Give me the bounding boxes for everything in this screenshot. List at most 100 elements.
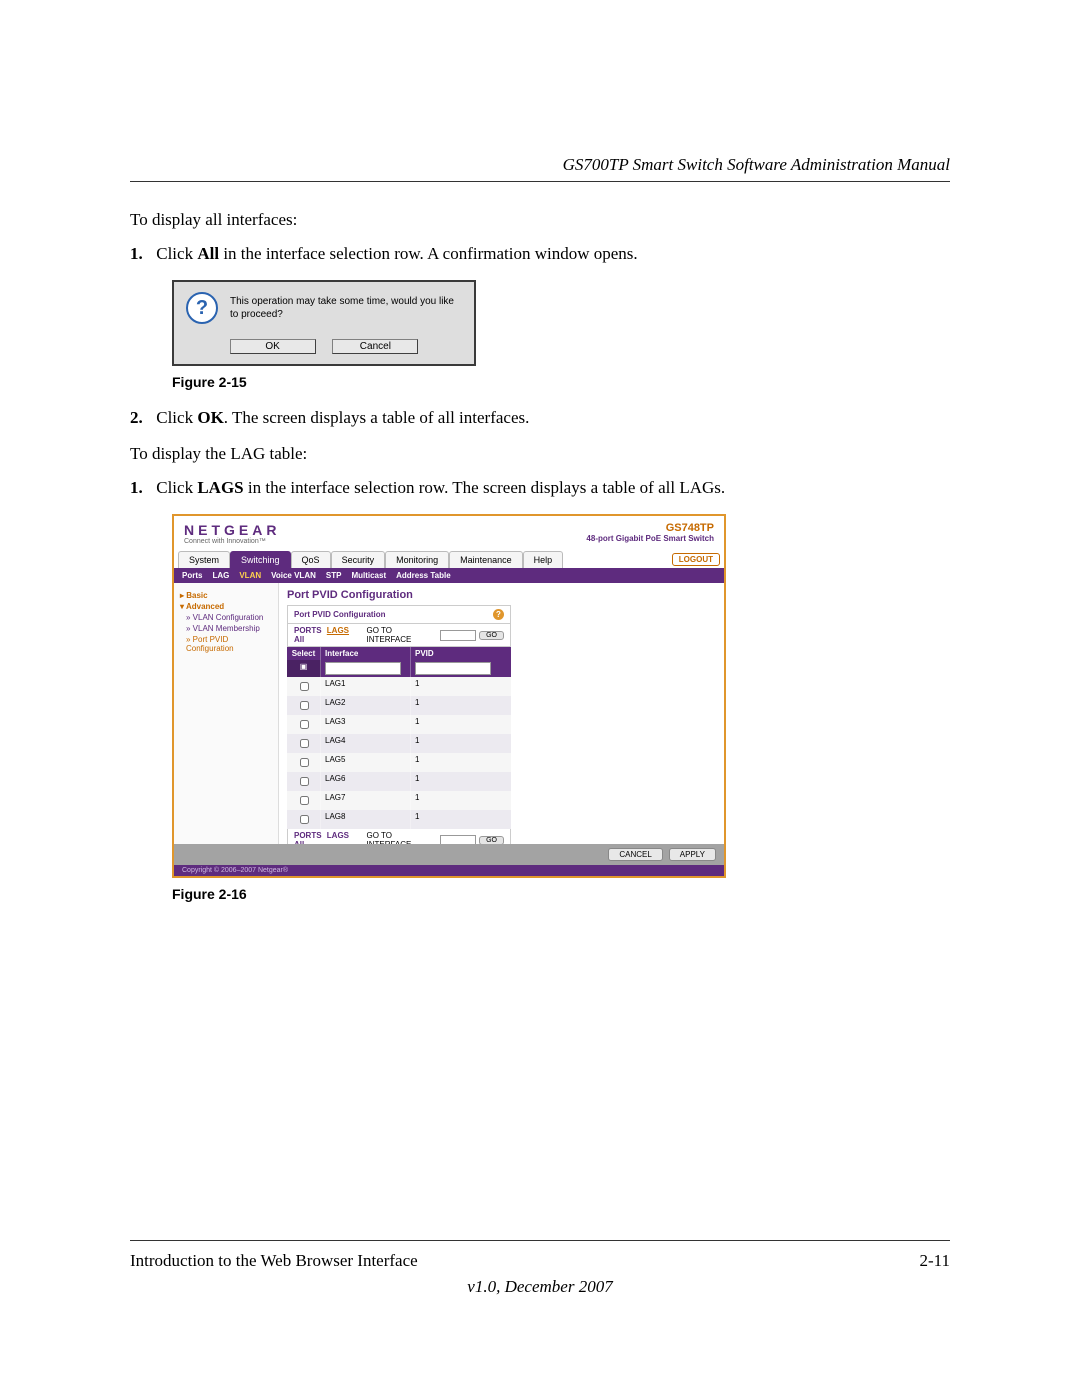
selector-ports[interactable]: PORTS [294, 626, 322, 635]
cancel-button[interactable]: Cancel [332, 339, 418, 354]
col-interface: Interface [321, 647, 411, 660]
row-interface: LAG7 [321, 791, 411, 810]
help-icon[interactable]: ? [493, 609, 504, 620]
apply-action-button[interactable]: APPLY [669, 848, 716, 861]
row-select-cell [287, 810, 321, 829]
action-bar: CANCEL APPLY [174, 844, 724, 865]
go-button-top[interactable]: GO [479, 631, 504, 640]
goto-interface-bottom: GO TO INTERFACE GO [366, 831, 504, 844]
row-interface: LAG5 [321, 753, 411, 772]
row-select-cell [287, 791, 321, 810]
row-select-cell [287, 772, 321, 791]
subtab-ports[interactable]: Ports [182, 571, 202, 580]
row-checkbox[interactable] [300, 796, 309, 805]
tab-security[interactable]: Security [331, 551, 386, 568]
intro-text-1: To display all interfaces: [130, 210, 950, 230]
dialog-message: This operation may take some time, would… [230, 295, 462, 321]
row-checkbox[interactable] [300, 701, 309, 710]
model-desc: 48-port Gigabit PoE Smart Switch [586, 534, 714, 543]
select-all-cell[interactable]: ▣ [287, 660, 321, 677]
table-body: LAG11LAG21LAG31LAG41LAG51LAG61LAG71LAG81 [287, 677, 511, 829]
row-checkbox[interactable] [300, 815, 309, 824]
table-row: LAG31 [287, 715, 511, 734]
steps-list-2: 2. Click OK. The screen displays a table… [130, 408, 950, 428]
netgear-logo: NETGEAR [184, 522, 280, 538]
selector-lags-bottom[interactable]: LAGS [327, 831, 349, 840]
table-row: LAG61 [287, 772, 511, 791]
logout-button[interactable]: LOGOUT [672, 553, 720, 566]
row-checkbox[interactable] [300, 682, 309, 691]
primary-tabs: System Switching QoS Security Monitoring… [178, 551, 720, 568]
subtab-vlan[interactable]: VLAN [239, 571, 261, 580]
model-number: GS748TP [586, 522, 714, 534]
step-number: 1. [130, 478, 152, 498]
footer-rule [130, 1240, 950, 1241]
selector-all[interactable]: All [294, 635, 304, 644]
subtab-stp[interactable]: STP [326, 571, 342, 580]
row-checkbox[interactable] [300, 758, 309, 767]
table-row: LAG81 [287, 810, 511, 829]
table-row: LAG51 [287, 753, 511, 772]
subtab-lag[interactable]: LAG [212, 571, 229, 580]
work-area: ▸ Basic ▾ Advanced » VLAN Configuration … [174, 583, 724, 844]
ok-button[interactable]: OK [230, 339, 316, 354]
row-checkbox[interactable] [300, 720, 309, 729]
step-pre: Click [156, 478, 197, 497]
subtab-multicast[interactable]: Multicast [351, 571, 386, 580]
row-select-cell [287, 677, 321, 696]
row-interface: LAG1 [321, 677, 411, 696]
step-post: in the interface selection row. A confir… [219, 244, 638, 263]
side-item-port-pvid[interactable]: » Port PVID Configuration [186, 635, 272, 653]
tab-help[interactable]: Help [523, 551, 564, 568]
step-bold: OK [197, 408, 223, 427]
gti-input-bottom[interactable] [440, 835, 476, 845]
col-pvid: PVID [411, 647, 511, 660]
row-pvid: 1 [411, 677, 511, 696]
side-item-vlan-membership[interactable]: » VLAN Membership [186, 624, 272, 633]
side-nav: ▸ Basic ▾ Advanced » VLAN Configuration … [174, 583, 279, 844]
gti-input-top[interactable] [440, 630, 476, 641]
table-input-row: ▣ [287, 660, 511, 677]
pvid-panel: Port PVID Configuration ? PORTS LAGS All… [287, 605, 511, 844]
cancel-action-button[interactable]: CANCEL [608, 848, 662, 861]
figure-caption-16: Figure 2-16 [172, 886, 950, 902]
row-pvid: 1 [411, 734, 511, 753]
interface-selector-bottom: PORTS LAGS All GO TO INTERFACE GO [287, 829, 511, 844]
go-button-bottom[interactable]: GO [479, 836, 504, 845]
pvid-input-cell [411, 660, 511, 677]
tab-monitoring[interactable]: Monitoring [385, 551, 449, 568]
row-checkbox[interactable] [300, 739, 309, 748]
row-pvid: 1 [411, 715, 511, 734]
figure-caption-15: Figure 2-15 [172, 374, 950, 390]
subtab-voice-vlan[interactable]: Voice VLAN [271, 571, 316, 580]
side-cat-basic[interactable]: ▸ Basic [180, 591, 272, 600]
interface-input[interactable] [325, 662, 401, 675]
row-pvid: 1 [411, 753, 511, 772]
footer-row: Introduction to the Web Browser Interfac… [130, 1251, 950, 1271]
step-post: in the interface selection row. The scre… [244, 478, 726, 497]
pvid-input[interactable] [415, 662, 491, 675]
tab-qos[interactable]: QoS [291, 551, 331, 568]
tab-switching[interactable]: Switching [230, 551, 291, 568]
brand-block: NETGEAR Connect with Innovation™ [184, 522, 280, 545]
row-interface: LAG8 [321, 810, 411, 829]
tab-maintenance[interactable]: Maintenance [449, 551, 523, 568]
row-checkbox[interactable] [300, 777, 309, 786]
side-cat-advanced[interactable]: ▾ Advanced [180, 602, 272, 611]
dialog-buttons: OK Cancel [174, 328, 474, 364]
goto-interface: GO TO INTERFACE GO [366, 626, 504, 644]
col-select: Select [287, 647, 321, 660]
interface-selector-top: PORTS LAGS All GO TO INTERFACE GO [287, 624, 511, 647]
footer-page: 2-11 [919, 1251, 950, 1271]
table-row: LAG41 [287, 734, 511, 753]
copyright-bar: Copyright © 2006–2007 Netgear® [174, 865, 724, 876]
selector-lags[interactable]: LAGS [327, 626, 349, 635]
side-item-vlan-config[interactable]: » VLAN Configuration [186, 613, 272, 622]
selector-links: PORTS LAGS All [294, 626, 366, 644]
table-row: LAG71 [287, 791, 511, 810]
tab-system[interactable]: System [178, 551, 230, 568]
header-rule [130, 181, 950, 182]
selector-ports-bottom[interactable]: PORTS [294, 831, 322, 840]
running-header: GS700TP Smart Switch Software Administra… [130, 155, 950, 175]
subtab-address-table[interactable]: Address Table [396, 571, 451, 580]
